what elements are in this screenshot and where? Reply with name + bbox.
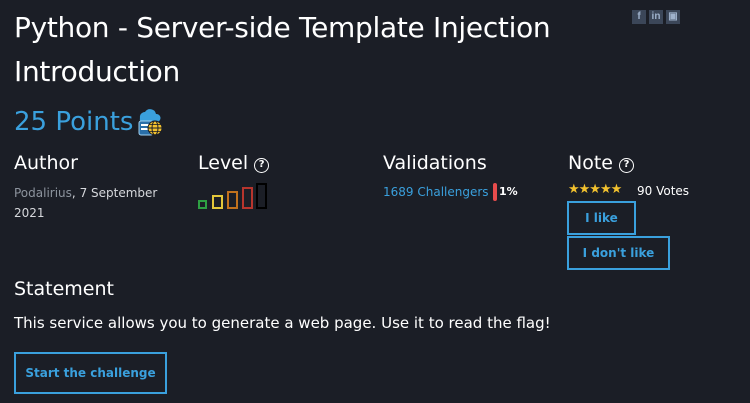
web-server-globe-icon [138,109,163,136]
linkedin-icon[interactable]: in [649,10,663,24]
statement-text: This service allows you to generate a we… [14,314,551,332]
level-bar-5 [256,183,267,209]
note-heading: Note? [568,150,634,176]
validation-percent: 1% [499,185,518,198]
validations-heading: Validations [383,152,487,174]
like-button[interactable]: I like [567,201,636,235]
question-circle-icon[interactable]: ? [618,158,634,173]
level-bar-4 [242,187,253,209]
author-info: Podalirius, 7 September 2021 [14,183,184,223]
question-circle-icon[interactable]: ? [254,158,270,173]
author-heading: Author [14,152,78,174]
level-heading: Level? [198,150,270,176]
author-separator: , [71,186,76,200]
votes-count: 90 Votes [637,184,690,198]
start-challenge-button[interactable]: Start the challenge [14,352,167,394]
level-bar-1 [198,200,207,209]
dislike-button[interactable]: I don't like [567,236,670,270]
level-indicator [198,183,268,209]
level-bar-3 [227,191,238,209]
points-value: 25 Points [14,107,134,137]
validation-percent-bar [493,183,497,201]
statement-heading: Statement [14,278,114,300]
facebook-icon[interactable]: f [632,10,646,24]
share-links: f in ▣ [632,10,680,24]
challengers-link[interactable]: 1689 Challengers [383,184,489,200]
level-bar-2 [212,195,223,209]
author-name-link[interactable]: Podalirius [14,186,72,200]
page-title: Python - Server-side Template Injection … [14,11,551,88]
star-rating: ★★★★★ [568,182,622,197]
share-icon[interactable]: ▣ [666,10,680,24]
